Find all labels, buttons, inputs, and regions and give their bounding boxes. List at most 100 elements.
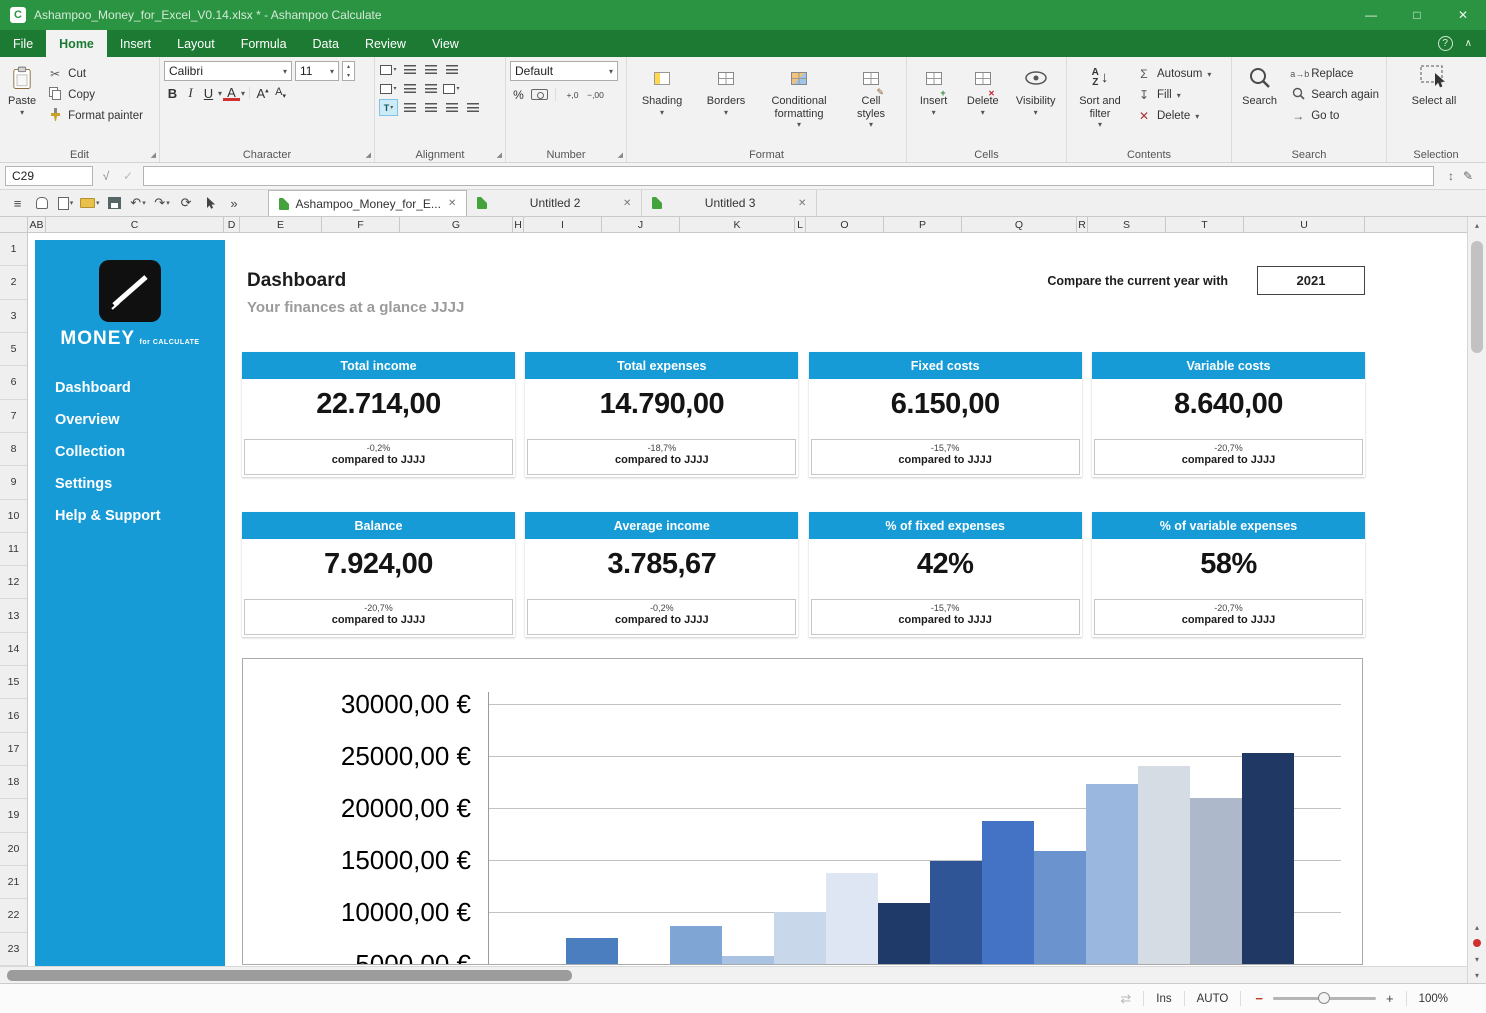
auto-mode-indicator[interactable]: AUTO xyxy=(1185,993,1241,1005)
row-header[interactable]: 18 xyxy=(0,766,27,799)
zoom-slider-knob[interactable] xyxy=(1318,992,1330,1004)
search-button[interactable]: Search xyxy=(1236,61,1283,110)
sheet-tab[interactable]: Untitled 3✕ xyxy=(642,190,817,216)
vertical-scroll-thumb[interactable] xyxy=(1471,241,1483,353)
wrap-text-icon[interactable]: T▾ xyxy=(379,99,398,116)
insert-mode-indicator[interactable]: Ins xyxy=(1144,993,1183,1005)
align-middle-icon[interactable] xyxy=(421,61,440,78)
format-painter-button[interactable]: Format painter xyxy=(44,107,146,125)
cell-styles-button[interactable]: ✎ Cell styles▾ xyxy=(843,61,899,131)
row-header[interactable]: 20 xyxy=(0,833,27,866)
column-header[interactable]: G xyxy=(400,217,513,232)
expand-formula-bar-icon[interactable]: ↕ xyxy=(1448,169,1454,183)
dialog-launcher-icon[interactable]: ◢ xyxy=(497,151,502,159)
dialog-launcher-icon[interactable]: ◢ xyxy=(366,151,371,159)
go-to-button[interactable]: →Go to xyxy=(1287,107,1382,125)
sheet-tab[interactable]: Untitled 2✕ xyxy=(467,190,642,216)
italic-button[interactable]: I xyxy=(182,85,199,101)
menu-tab-layout[interactable]: Layout xyxy=(164,30,228,57)
row-header[interactable]: 22 xyxy=(0,899,27,932)
row-header[interactable]: 1 xyxy=(0,233,27,266)
compare-year-input[interactable]: 2021 xyxy=(1257,266,1365,295)
pan-hand-icon[interactable] xyxy=(30,192,53,214)
font-color-button[interactable]: A xyxy=(223,86,240,101)
refresh-icon[interactable]: ⟳ xyxy=(175,192,198,214)
help-icon[interactable]: ? xyxy=(1438,36,1453,51)
zoom-slider[interactable] xyxy=(1273,997,1376,1000)
undo-icon[interactable]: ↶▾ xyxy=(127,192,150,214)
menu-tab-view[interactable]: View xyxy=(419,30,472,57)
row-header[interactable]: 9 xyxy=(0,466,27,499)
scroll-down-icon[interactable]: ▾ xyxy=(1468,967,1486,983)
new-document-icon[interactable]: ▾ xyxy=(54,192,77,214)
menu-tab-formula[interactable]: Formula xyxy=(228,30,300,57)
border-style-icon[interactable]: ▾ xyxy=(379,61,398,78)
row-header[interactable]: 3 xyxy=(0,300,27,333)
paste-button[interactable]: Paste ▾ xyxy=(4,61,40,119)
menu-tab-file[interactable]: File xyxy=(0,30,46,57)
merge-cells-icon[interactable]: ▾ xyxy=(379,80,398,97)
row-header[interactable]: 2 xyxy=(0,266,27,299)
sync-icon[interactable]: ⇄ xyxy=(1108,991,1143,1007)
column-header[interactable]: R xyxy=(1077,217,1088,232)
row-header[interactable]: 6 xyxy=(0,366,27,399)
row-header[interactable]: 8 xyxy=(0,433,27,466)
row-header[interactable]: 5 xyxy=(0,333,27,366)
chevron-down-icon[interactable]: ▾ xyxy=(218,89,222,98)
column-header[interactable]: J xyxy=(602,217,680,232)
search-again-button[interactable]: Search again xyxy=(1287,86,1382,104)
pointer-icon[interactable] xyxy=(199,192,222,214)
column-header[interactable]: I xyxy=(524,217,602,232)
column-header[interactable]: S xyxy=(1088,217,1166,232)
save-icon[interactable] xyxy=(103,192,126,214)
menu-icon[interactable]: ≡ xyxy=(6,192,29,214)
copy-button[interactable]: Copy xyxy=(44,86,146,104)
sheet-tab[interactable]: Ashampoo_Money_for_E...✕ xyxy=(268,190,468,216)
menu-tab-home[interactable]: Home xyxy=(46,30,107,57)
row-header[interactable]: 12 xyxy=(0,566,27,599)
autosum-button[interactable]: ΣAutosum▾ xyxy=(1133,65,1214,83)
sidebar-item-collection[interactable]: Collection xyxy=(35,436,225,468)
row-header[interactable]: 21 xyxy=(0,866,27,899)
collapse-ribbon-icon[interactable]: ∧ xyxy=(1465,38,1472,49)
remove-decimal-icon[interactable]: −,00 xyxy=(586,86,605,103)
column-header[interactable]: D xyxy=(224,217,240,232)
row-header[interactable]: 13 xyxy=(0,599,27,632)
more-tools-icon[interactable]: » xyxy=(223,192,246,214)
open-folder-icon[interactable]: ▾ xyxy=(78,192,102,214)
chevron-down-icon[interactable]: ▾ xyxy=(241,89,245,98)
select-all-button[interactable]: Select all xyxy=(1391,61,1477,110)
dialog-launcher-icon[interactable]: ◢ xyxy=(618,151,623,159)
column-header[interactable]: T xyxy=(1166,217,1244,232)
menu-tab-data[interactable]: Data xyxy=(300,30,352,57)
maximize-button[interactable]: □ xyxy=(1394,0,1440,30)
column-header[interactable]: U xyxy=(1244,217,1365,232)
row-header[interactable]: 16 xyxy=(0,699,27,732)
edit-mode-icon[interactable]: ✎ xyxy=(1463,169,1473,183)
align-bottom-icon[interactable] xyxy=(442,61,461,78)
fill-button[interactable]: ↧Fill▾ xyxy=(1133,86,1214,104)
percent-format-icon[interactable]: % xyxy=(510,88,527,102)
bold-button[interactable]: B xyxy=(164,86,181,101)
function-wizard-icon[interactable]: √ xyxy=(97,169,115,183)
underline-button[interactable]: U xyxy=(200,86,217,101)
align-left-icon[interactable] xyxy=(400,99,419,116)
select-all-corner[interactable] xyxy=(0,217,28,232)
close-button[interactable]: ✕ xyxy=(1440,0,1486,30)
align-top-icon[interactable] xyxy=(400,61,419,78)
conditional-formatting-button[interactable]: Conditional formatting▾ xyxy=(759,61,839,131)
borders-button[interactable]: Borders▾ xyxy=(697,61,755,119)
vertical-scrollbar[interactable]: ▴ ▴ ▾ ▾ xyxy=(1467,217,1486,983)
sort-and-filter-button[interactable]: AZ↓ Sort and filter▾ xyxy=(1071,61,1129,131)
add-decimal-icon[interactable]: +,0 xyxy=(563,86,582,103)
menu-tab-review[interactable]: Review xyxy=(352,30,419,57)
align-right-icon[interactable] xyxy=(442,99,461,116)
column-header[interactable]: F xyxy=(322,217,400,232)
sheet-canvas[interactable]: MONEY for CALCULATE DashboardOverviewCol… xyxy=(28,233,1486,966)
redo-icon[interactable]: ↷▾ xyxy=(151,192,174,214)
justify-icon[interactable] xyxy=(463,99,482,116)
shrink-font-button[interactable]: A▾ xyxy=(272,86,289,100)
column-header[interactable]: Q xyxy=(962,217,1077,232)
zoom-level[interactable]: 100% xyxy=(1407,993,1460,1005)
number-format-select[interactable]: Default▾ xyxy=(510,61,618,81)
